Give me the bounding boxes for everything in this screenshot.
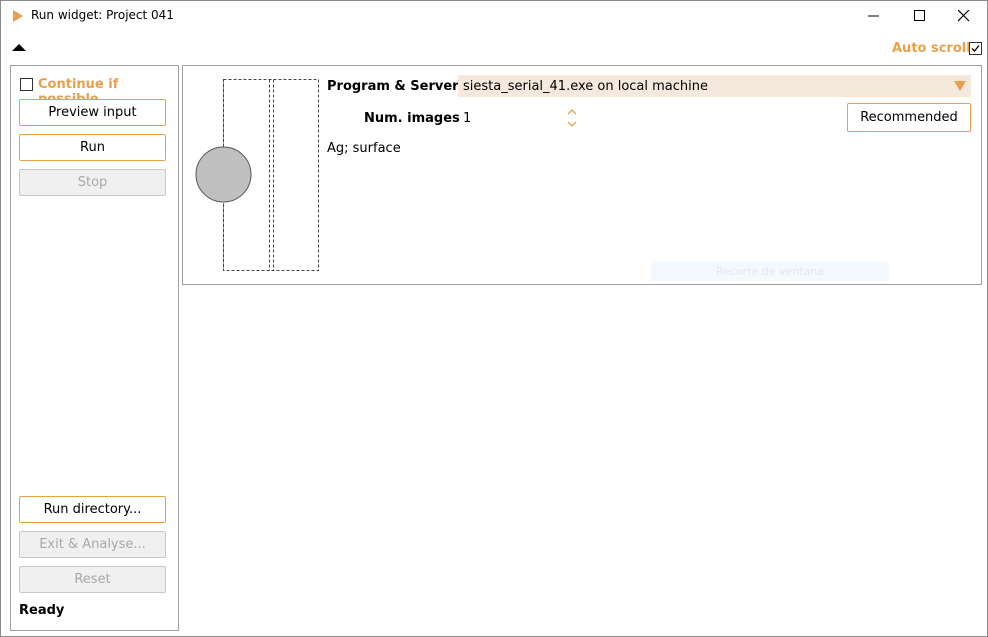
reset-button[interactable]: Reset [19,566,166,593]
auto-scroll-checkbox[interactable] [969,42,982,55]
surface-diagram-icon [195,79,319,271]
title-bar: Run widget: Project 041 [1,1,987,31]
run-directory-button[interactable]: Run directory... [19,496,166,523]
minimize-icon [868,15,879,17]
window-title: Run widget: Project 041 [31,8,174,22]
minimize-button[interactable] [851,1,897,31]
close-icon [958,10,970,22]
recommended-button[interactable]: Recommended [847,103,971,132]
status-text: Ready [19,603,65,618]
program-server-value: siesta_serial_41.exe on local machine [463,78,709,94]
run-button[interactable]: Run [19,134,166,161]
collapse-up-icon[interactable] [12,44,26,51]
program-server-label: Program & Server [327,79,459,94]
run-widget-window: Run widget: Project 041 Auto scroll Cont… [0,0,988,637]
exit-analyse-button[interactable]: Exit & Analyse... [19,531,166,558]
checkmark-icon [971,45,980,52]
auto-scroll-label: Auto scroll [892,41,971,56]
dropdown-arrow-icon [954,81,966,91]
snip-overlay-label: Recorte de ventana [651,261,889,281]
num-images-label: Num. images [364,111,460,126]
program-server-select[interactable]: siesta_serial_41.exe on local machine [458,75,971,97]
task-description: Ag; surface [327,141,401,156]
num-images-value: 1 [463,110,472,126]
maximize-button[interactable] [897,1,943,31]
play-triangle-icon [13,10,23,22]
preview-input-button[interactable]: Preview input [19,99,166,126]
task-panel: Program & Server siesta_serial_41.exe on… [182,65,982,285]
num-images-input[interactable]: 1 [458,107,578,129]
spinner-arrows-icon[interactable] [566,107,578,129]
left-control-panel: Continue if possible Preview input Run S… [10,65,179,631]
maximize-icon [914,10,925,21]
close-button[interactable] [941,1,987,31]
stop-button[interactable]: Stop [19,169,166,196]
continue-if-possible-checkbox[interactable] [20,78,33,91]
